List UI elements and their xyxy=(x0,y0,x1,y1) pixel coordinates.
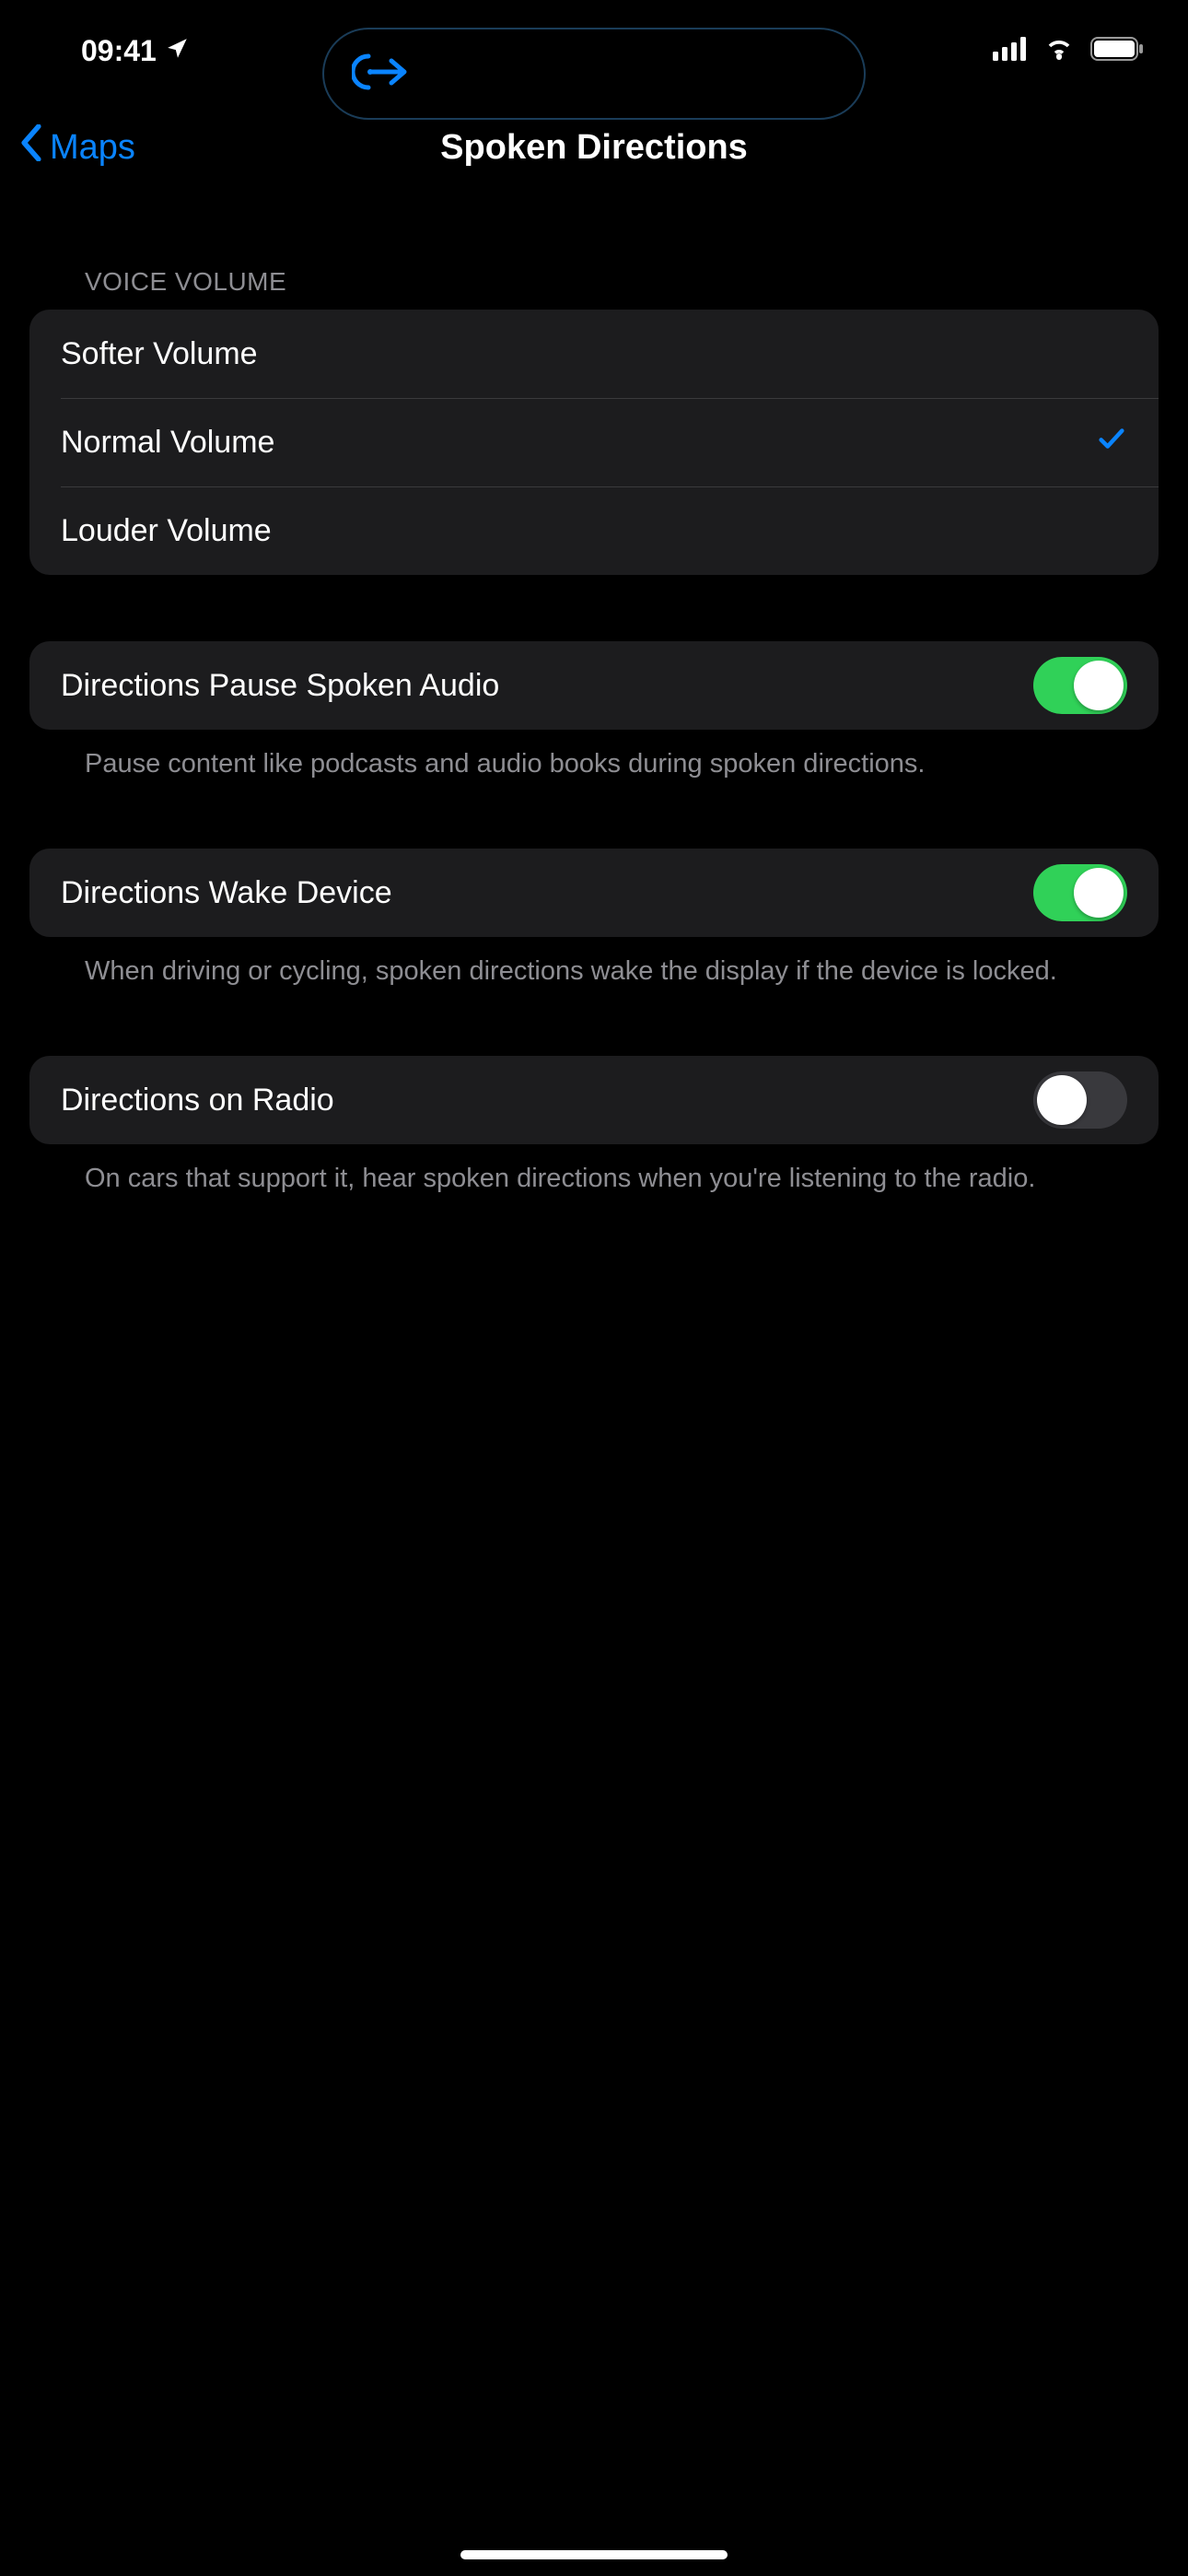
status-bar: 09:41 xyxy=(0,0,1188,101)
footer-wake-device: When driving or cycling, spoken directio… xyxy=(85,954,1127,989)
home-indicator[interactable] xyxy=(460,2550,728,2559)
row-directions-pause-spoken-audio[interactable]: Directions Pause Spoken Audio xyxy=(29,641,1159,730)
location-icon xyxy=(166,34,190,68)
option-louder-volume[interactable]: Louder Volume xyxy=(29,486,1159,575)
toggle-switch[interactable] xyxy=(1033,864,1127,921)
row-directions-on-radio[interactable]: Directions on Radio xyxy=(29,1056,1159,1144)
toggle-switch[interactable] xyxy=(1033,657,1127,714)
section-header-voice-volume: VOICE VOLUME xyxy=(85,267,1159,297)
back-label: Maps xyxy=(50,128,135,168)
row-directions-wake-device[interactable]: Directions Wake Device xyxy=(29,849,1159,937)
status-left: 09:41 xyxy=(81,34,190,68)
toggle-switch[interactable] xyxy=(1033,1071,1127,1129)
page-title: Spoken Directions xyxy=(0,128,1188,168)
option-softer-volume[interactable]: Softer Volume xyxy=(29,310,1159,398)
footer-pause-audio: Pause content like podcasts and audio bo… xyxy=(85,746,1127,782)
group-on-radio: Directions on Radio xyxy=(29,1056,1159,1144)
group-voice-volume: Softer Volume Normal Volume Louder Volum… xyxy=(29,310,1159,575)
footer-on-radio: On cars that support it, hear spoken dir… xyxy=(85,1161,1127,1197)
option-normal-volume[interactable]: Normal Volume xyxy=(29,398,1159,486)
nav-bar: Maps Spoken Directions xyxy=(0,101,1188,193)
status-time: 09:41 xyxy=(81,34,157,68)
option-label: Softer Volume xyxy=(61,336,258,372)
island-arrow-icon xyxy=(352,49,416,100)
chevron-left-icon xyxy=(18,124,44,170)
option-label: Normal Volume xyxy=(61,425,274,461)
battery-icon xyxy=(1090,37,1144,65)
toggle-label: Directions on Radio xyxy=(61,1083,334,1118)
option-label: Louder Volume xyxy=(61,513,272,549)
cellular-icon xyxy=(993,37,1028,65)
toggle-label: Directions Pause Spoken Audio xyxy=(61,668,499,704)
wifi-icon xyxy=(1042,37,1076,65)
group-wake-device: Directions Wake Device xyxy=(29,849,1159,937)
toggle-label: Directions Wake Device xyxy=(61,875,392,911)
back-button[interactable]: Maps xyxy=(18,124,135,170)
group-pause-audio: Directions Pause Spoken Audio xyxy=(29,641,1159,730)
checkmark-icon xyxy=(1096,423,1127,463)
status-right xyxy=(993,37,1144,65)
